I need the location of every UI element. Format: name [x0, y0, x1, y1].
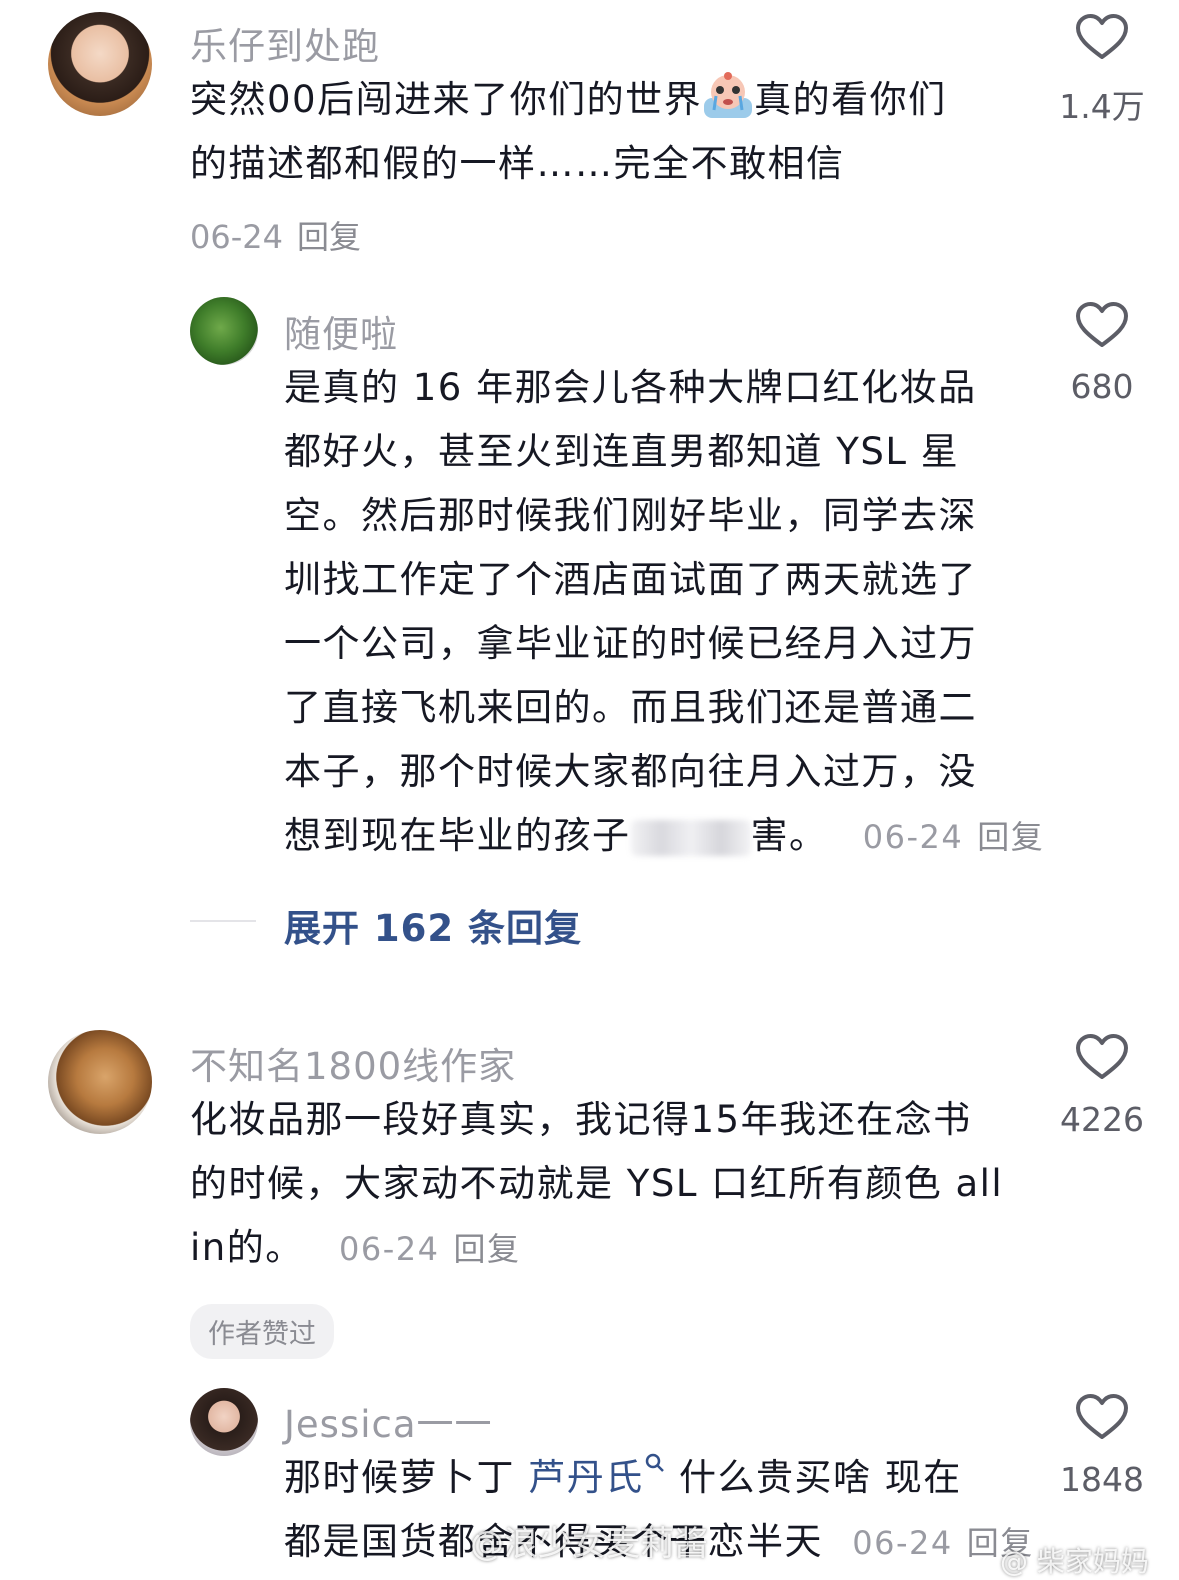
blurred-text	[630, 819, 751, 856]
user-avatar[interactable]	[190, 1388, 258, 1456]
comment-text-line: 化妆品那一段好真实，我记得15年我还在念书	[190, 1098, 972, 1141]
username[interactable]: 乐仔到处跑	[190, 16, 380, 70]
user-avatar[interactable]	[48, 1030, 152, 1134]
comment-text-line: 是真的 16 年那会儿各种大牌口红化妆品	[284, 366, 977, 409]
comment-text-line: 想到现在毕业的孩子 害。 06-24 回复	[284, 814, 1045, 857]
comment-text-line: 都好火，甚至火到连直男都知道 YSL 星	[284, 430, 960, 473]
heart-icon[interactable]	[1075, 1394, 1129, 1440]
reply-button[interactable]: 回复	[977, 818, 1044, 856]
like-count: 4226	[1060, 1100, 1144, 1139]
like-button[interactable]	[1075, 14, 1129, 64]
comment-text-line: 一个公司，拿毕业证的时候已经月入过万	[284, 622, 977, 665]
comment-date: 06-24	[862, 818, 964, 856]
user-avatar[interactable]	[48, 12, 152, 116]
author-liked-badge: 作者赞过	[190, 1304, 334, 1359]
comment-meta: 06-24 回复	[190, 212, 361, 258]
comment-text: 化妆品那一段好真实，我记得15年我还在念书 的时候，大家动不动就是 YSL 口红…	[190, 1088, 1003, 1281]
heart-icon[interactable]	[1075, 1034, 1129, 1080]
comment-text: 那时候萝卜丁 芦丹氏 什么贵买啥 现在	[284, 1446, 962, 1510]
watermark: @ 柴家妈妈	[1000, 1545, 1149, 1578]
reply-button[interactable]: 回复	[297, 218, 361, 256]
comment-text-line: 了直接飞机来回的。而且我们还是普通二	[284, 686, 977, 729]
comment-text: 是真的 16 年那会儿各种大牌口红化妆品 都好火，甚至火到连直男都知道 YSL …	[284, 356, 1044, 869]
comment-date: 06-24	[852, 1524, 953, 1562]
like-button[interactable]	[1075, 1034, 1129, 1084]
brand-link[interactable]: 芦丹氏	[528, 1453, 666, 1499]
like-button[interactable]	[1075, 302, 1129, 352]
comment-date: 06-24	[190, 218, 283, 256]
reply-button[interactable]: 回复	[453, 1230, 520, 1268]
like-count: 1.4万	[1059, 87, 1145, 126]
comment-text-line: 空。然后那时候我们刚好毕业，同学去深	[284, 494, 977, 537]
search-icon[interactable]	[644, 1452, 666, 1478]
like-count: 1848	[1060, 1460, 1144, 1499]
comment-text-line: in的。 06-24 回复	[190, 1226, 521, 1269]
comment-meta: 06-24 回复	[339, 1230, 521, 1268]
username[interactable]: 随便啦	[284, 304, 398, 358]
comment-text-line: 圳找工作定了个酒店面试面了两天就选了	[284, 558, 977, 601]
username[interactable]: 不知名1800线作家	[190, 1036, 516, 1090]
heart-icon[interactable]	[1075, 14, 1129, 60]
comment-date: 06-24	[339, 1230, 440, 1268]
username[interactable]: Jessica一一	[284, 1394, 493, 1448]
crying-emoji-icon	[702, 70, 754, 120]
like-button[interactable]	[1075, 1394, 1129, 1444]
divider	[190, 920, 256, 922]
like-count: 680	[1070, 367, 1134, 406]
user-avatar[interactable]	[190, 297, 258, 365]
heart-icon[interactable]	[1075, 302, 1129, 348]
comment-text-line: 的描述都和假的一样……完全不敢相信	[190, 142, 845, 185]
comment-text-line: 的时候，大家动不动就是 YSL 口红所有颜色 all	[190, 1162, 1004, 1205]
expand-replies-button[interactable]: 展开 162 条回复	[284, 898, 582, 952]
watermark: @浪少女麦莉酱	[470, 1524, 708, 1564]
comment-text-line: 本子，那个时候大家都向往月入过万，没	[284, 750, 977, 793]
comment-meta: 06-24 回复	[863, 818, 1045, 856]
comment-text: 突然00后闯进来了你们的世界 真的看你们	[190, 68, 947, 132]
